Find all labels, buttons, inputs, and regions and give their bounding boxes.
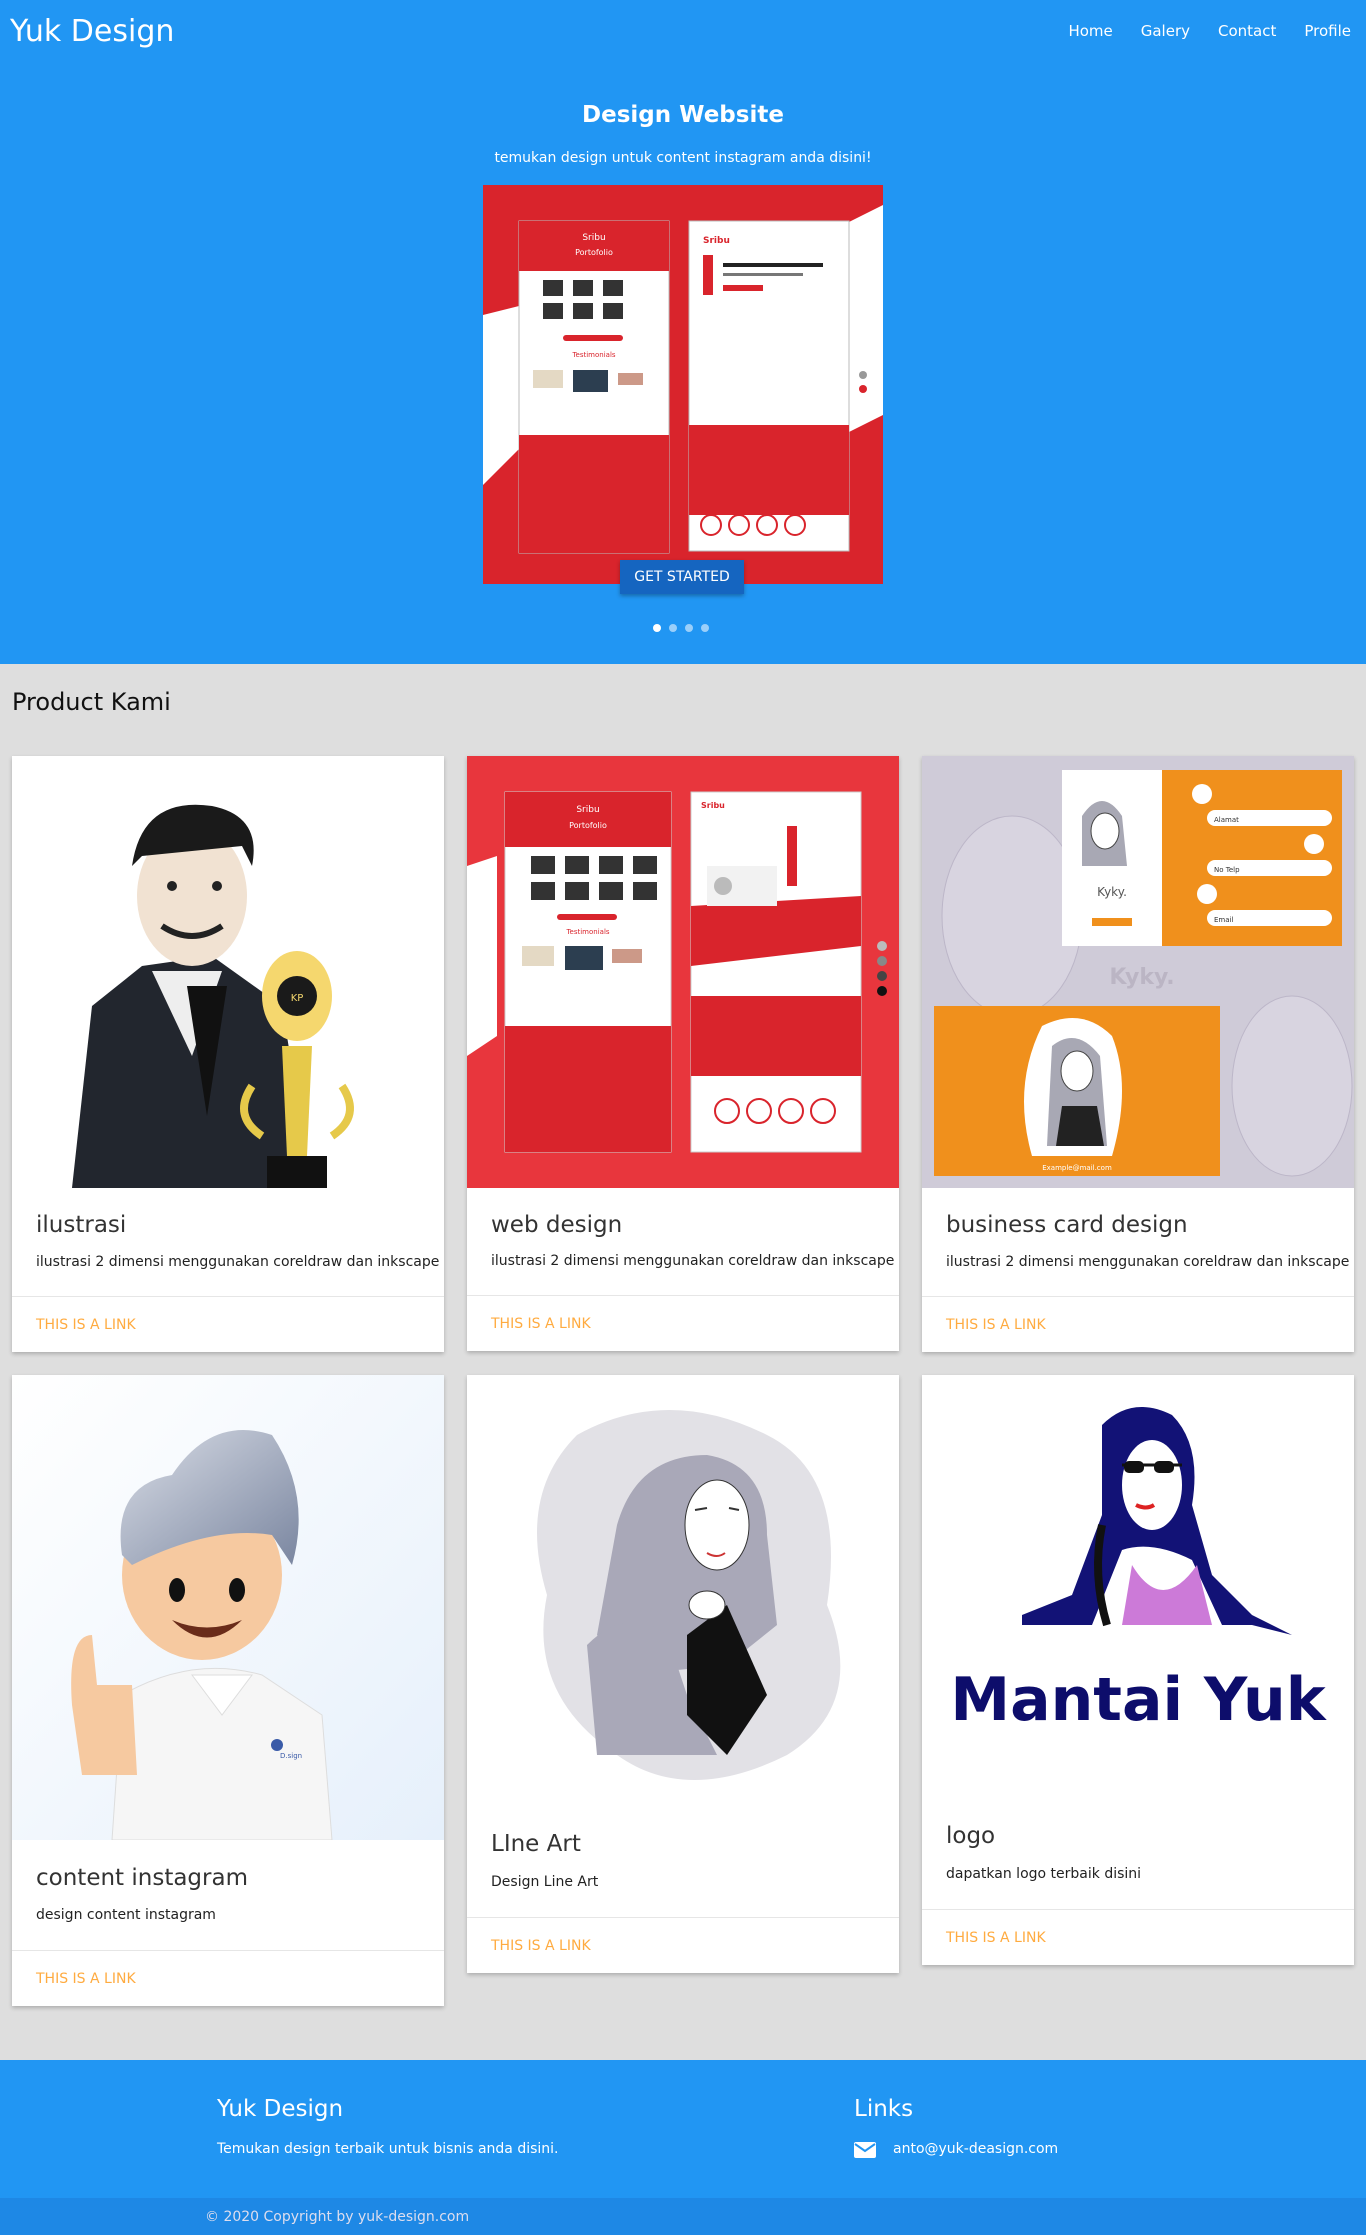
card-description: ilustrasi 2 dimensi menggunakan coreldra… [946, 1254, 1350, 1270]
svg-text:No Telp: No Telp [1214, 866, 1240, 874]
carousel-dot[interactable] [653, 624, 661, 632]
card-action: This is a link [12, 1296, 444, 1352]
svg-text:KP: KP [291, 993, 304, 1004]
product-card-web-design: Sribu Portofolio Testimonials Sribu web … [467, 756, 899, 1351]
svg-text:Mantai Yuk: Mantai Yuk [950, 1665, 1327, 1735]
footer-email-link[interactable]: anto@yuk-deasign.com [893, 2141, 1058, 2157]
card-title: logo [946, 1823, 996, 1849]
nav-links: Home Galery Contact Profile [1068, 22, 1366, 40]
copyright-text: © 2020 Copyright by yuk-design.com [205, 2209, 470, 2225]
hero-title: Design Website [582, 102, 784, 128]
svg-text:D.sign: D.sign [280, 1752, 302, 1760]
svg-text:Sribu: Sribu [582, 233, 605, 243]
mail-icon [854, 2142, 876, 2158]
card-link[interactable]: This is a link [491, 1938, 591, 1954]
card-link[interactable]: This is a link [36, 1971, 136, 1987]
get-started-button[interactable]: GET STARTED [620, 560, 744, 594]
nav-contact[interactable]: Contact [1218, 22, 1276, 40]
svg-text:Kyky.: Kyky. [1097, 885, 1127, 899]
carousel-dot[interactable] [685, 624, 693, 632]
brand-logo[interactable]: Yuk Design [10, 14, 174, 49]
nav-galery[interactable]: Galery [1141, 22, 1190, 40]
card-description: design content instagram [36, 1907, 216, 1923]
thumbs-up-character: D.sign [12, 1375, 444, 1841]
footer-brand: Yuk Design [217, 2096, 344, 2122]
product-card-logo: Mantai Yuk logo dapatkan logo terbaik di… [922, 1375, 1354, 1965]
svg-text:Sribu: Sribu [701, 801, 725, 810]
footer-tagline: Temukan design terbaik untuk bisnis anda… [217, 2141, 559, 2157]
svg-text:Example@mail.com: Example@mail.com [1042, 1164, 1112, 1172]
card-title: ilustrasi [36, 1212, 127, 1238]
nav-profile[interactable]: Profile [1304, 22, 1351, 40]
card-title: web design [491, 1212, 623, 1238]
card-title: LIne Art [491, 1831, 581, 1857]
card-description: Design Line Art [491, 1874, 599, 1890]
card-description: dapatkan logo terbaik disini [946, 1866, 1142, 1882]
nav-home[interactable]: Home [1068, 22, 1112, 40]
landing-page-mockup: Sribu Portofolio Testimonials Sribu [467, 756, 899, 1188]
card-action: This is a link [922, 1296, 1354, 1352]
svg-text:Sribu: Sribu [576, 805, 599, 815]
card-action: This is a link [12, 1950, 444, 2006]
hero-landing-page-image: Sribu Portofolio Testimonials Sribu [483, 185, 883, 584]
mantai-yuk-logo: Mantai Yuk [922, 1375, 1354, 1800]
footer-links-title: Links [854, 2096, 914, 2122]
hijab-line-art [467, 1375, 899, 1807]
svg-text:Email: Email [1214, 916, 1233, 924]
product-card-business-card: Kyky. Alamat No Telp Email Kyky. Example… [922, 756, 1354, 1352]
products-heading: Product Kami [12, 688, 171, 716]
business-card-mockup: Kyky. Alamat No Telp Email Kyky. Example… [922, 756, 1354, 1188]
carousel-indicators [653, 624, 717, 632]
card-title: business card design [946, 1212, 1188, 1238]
card-description: ilustrasi 2 dimensi menggunakan coreldra… [491, 1253, 895, 1269]
card-action: This is a link [467, 1917, 899, 1973]
svg-text:Alamat: Alamat [1214, 816, 1239, 824]
card-link[interactable]: This is a link [946, 1317, 1046, 1333]
product-card-line-art: LIne Art Design Line Art This is a link [467, 1375, 899, 1973]
svg-text:Portofolio: Portofolio [575, 248, 613, 257]
hero-subtitle: temukan design untuk content instagram a… [494, 150, 872, 166]
svg-text:Kyky.: Kyky. [1109, 965, 1174, 990]
carousel-dot[interactable] [669, 624, 677, 632]
svg-text:Sribu: Sribu [703, 236, 730, 246]
product-card-content-instagram: D.sign content instagram design content … [12, 1375, 444, 2006]
navbar: Yuk Design Home Galery Contact Profile [0, 0, 1366, 64]
carousel-dot[interactable] [701, 624, 709, 632]
man-with-trophy-illustration: KP [12, 756, 444, 1188]
svg-text:Testimonials: Testimonials [565, 928, 609, 936]
svg-text:Portofolio: Portofolio [569, 821, 607, 830]
card-title: content instagram [36, 1865, 248, 1891]
hero-carousel[interactable]: Design Website temukan design untuk cont… [0, 64, 1366, 664]
card-link[interactable]: This is a link [36, 1317, 136, 1333]
svg-text:Testimonials: Testimonials [571, 351, 615, 359]
card-description: ilustrasi 2 dimensi menggunakan coreldra… [36, 1254, 440, 1270]
card-action: This is a link [467, 1295, 899, 1351]
product-card-ilustrasi: KP ilustrasi ilustrasi 2 dimensi menggun… [12, 756, 444, 1352]
card-link[interactable]: This is a link [491, 1316, 591, 1332]
card-link[interactable]: This is a link [946, 1930, 1046, 1946]
card-action: This is a link [922, 1909, 1354, 1965]
copyright-bar: © 2020 Copyright by yuk-design.com [0, 2198, 1366, 2235]
